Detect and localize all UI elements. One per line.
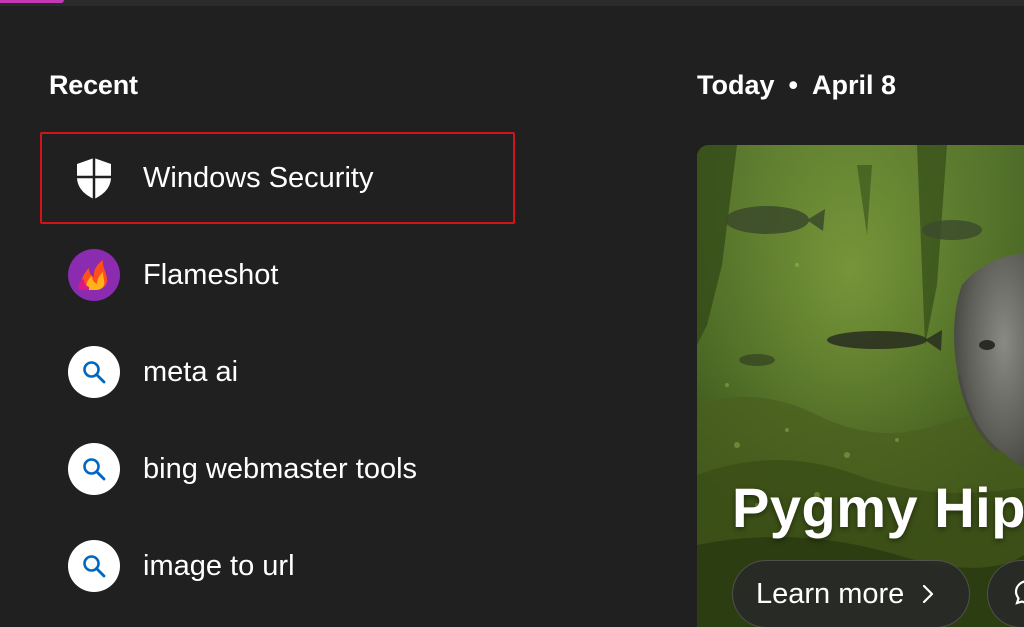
today-heading: Today • April 8: [697, 70, 896, 101]
today-hero-card[interactable]: Pygmy Hip Learn more: [697, 145, 1024, 627]
start-menu-panel: Recent Windows Security Flameshot meta a…: [0, 0, 1024, 627]
recent-item-flameshot[interactable]: Flameshot: [40, 229, 515, 321]
recent-list: Windows Security Flameshot meta ai bing …: [40, 132, 515, 617]
recent-item-bing-webmaster-tools[interactable]: bing webmaster tools: [40, 423, 515, 515]
search-icon: [68, 346, 120, 398]
recent-item-windows-security[interactable]: Windows Security: [40, 132, 515, 224]
learn-more-button[interactable]: Learn more: [732, 560, 970, 627]
shield-icon: [68, 152, 120, 204]
recent-item-label: image to url: [143, 549, 295, 582]
today-label: Today: [697, 70, 775, 100]
today-date: April 8: [811, 70, 896, 100]
hero-image: [697, 145, 1024, 627]
recent-item-meta-ai[interactable]: meta ai: [40, 326, 515, 418]
chevron-right-icon: [920, 582, 936, 606]
top-strip: [0, 0, 1024, 6]
today-separator: •: [788, 70, 798, 100]
chat-icon: [1014, 578, 1024, 611]
search-icon: [68, 540, 120, 592]
recent-item-label: Windows Security: [143, 161, 374, 194]
recent-item-image-to-url[interactable]: image to url: [40, 520, 515, 612]
recent-heading: Recent: [49, 70, 138, 100]
search-icon: [68, 443, 120, 495]
recent-item-label: Flameshot: [143, 258, 279, 291]
flameshot-icon: [68, 249, 120, 301]
hero-title: Pygmy Hip: [732, 476, 1024, 539]
recent-item-label: meta ai: [143, 355, 239, 388]
learn-more-label: Learn more: [756, 577, 905, 610]
recent-item-label: bing webmaster tools: [143, 452, 418, 485]
accent-tab: [0, 0, 64, 3]
